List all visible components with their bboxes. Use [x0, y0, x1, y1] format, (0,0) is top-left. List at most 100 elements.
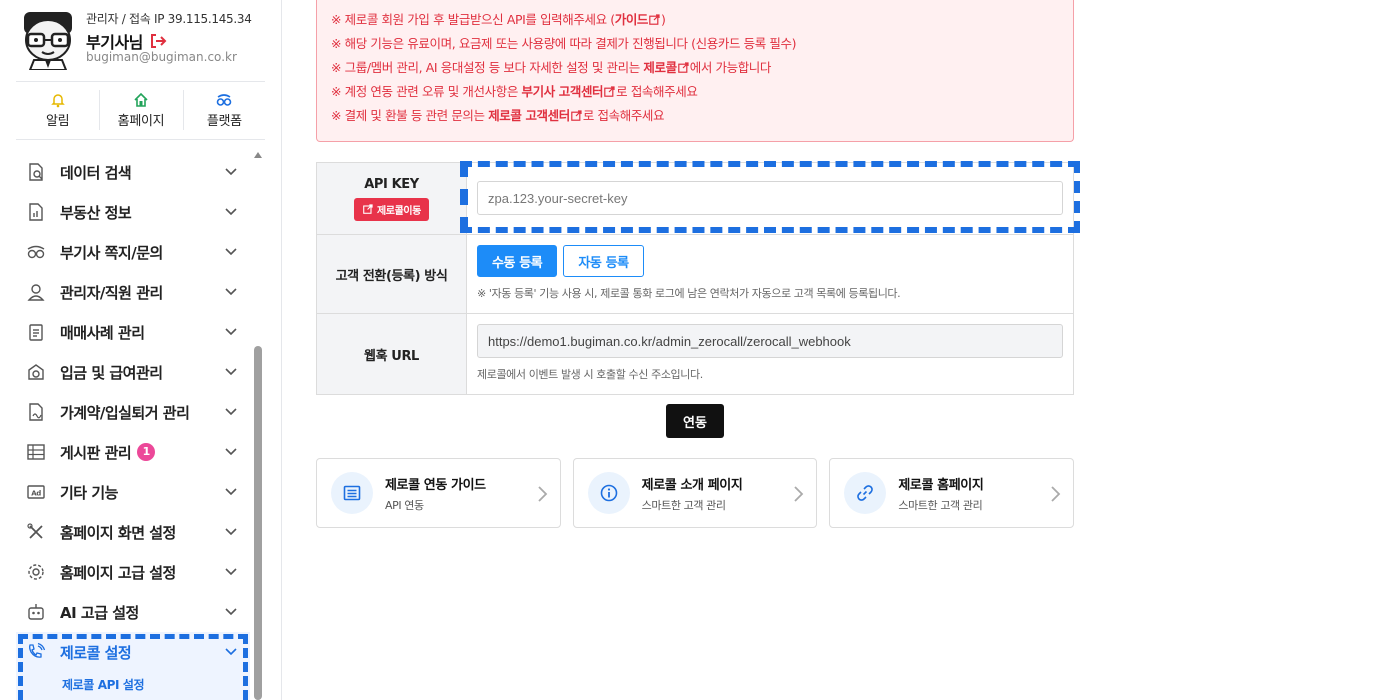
manual-register-button[interactable]: 수동 등록	[477, 245, 558, 277]
quick-link-label: 알림	[46, 113, 70, 129]
sidebar-item-label: 게시판 관리	[60, 443, 132, 462]
quick-link-homepage[interactable]: 홈페이지	[99, 88, 182, 132]
sidebar-item-label: 입금 및 급여관리	[60, 363, 163, 382]
zerocall-support-link[interactable]: 제로콜 고객센터	[488, 108, 570, 123]
zerocall-go-button[interactable]: 제로콜이동	[353, 197, 429, 221]
notice-line: ※ 계정 연동 관련 오류 및 개선사항은 부기사 고객센터 로 접속해주세요	[331, 80, 1059, 104]
scroll-up-arrow-icon[interactable]	[254, 152, 262, 158]
row-conversion: 고객 전환(등록) 방식 수동 등록 자동 등록 ※ '자동 등록' 기능 사용 …	[317, 235, 1073, 314]
zerocall-link[interactable]: 제로콜	[643, 60, 677, 75]
chevron-down-icon	[225, 568, 237, 576]
external-link-icon	[649, 14, 660, 25]
row-label: API KEY 제로콜이동	[317, 163, 467, 234]
card-subtitle: 스마트한 고객 관리	[641, 498, 726, 512]
sidebar-item-board[interactable]: 게시판 관리 1	[16, 432, 250, 472]
contract-icon	[29, 403, 43, 421]
sidebar-item-staff[interactable]: 관리자/직원 관리	[16, 272, 250, 312]
external-link-icon	[677, 62, 689, 73]
sidebar-item-label: 홈페이지 고급 설정	[60, 563, 176, 582]
glasses-icon	[27, 245, 45, 259]
bell-icon	[50, 93, 65, 107]
notice-text: ※ 결제 및 환불 등 관련 문의는	[331, 108, 489, 123]
webhook-url-field[interactable]	[477, 324, 1063, 358]
card-subtitle: API 연동	[385, 498, 424, 512]
row-label: 고객 전환(등록) 방식	[317, 235, 467, 313]
scroll-thumb[interactable]	[254, 346, 262, 700]
chevron-right-icon	[538, 486, 547, 502]
clipboard-icon	[29, 324, 43, 341]
go-button-label: 제로콜이동	[376, 205, 421, 217]
tools-icon	[27, 523, 43, 539]
sidebar-item-payments[interactable]: 입금 및 급여관리	[16, 352, 250, 392]
card-homepage[interactable]: 제로콜 홈페이지 스마트한 고객 관리	[829, 458, 1075, 528]
sidebar-item-sales-cases[interactable]: 매매사례 관리	[16, 312, 250, 352]
platform-icon	[217, 93, 232, 106]
card-text: 제로콜 연동 가이드 API 연동	[385, 474, 486, 513]
card-icon-wrap	[331, 472, 373, 514]
bugisa-support-link[interactable]: 부기사 고객센터	[522, 84, 604, 99]
card-intro[interactable]: 제로콜 소개 페이지 스마트한 고객 관리	[572, 458, 818, 528]
sidebar-scrollbar[interactable]	[252, 152, 262, 700]
chevron-down-icon	[225, 288, 237, 296]
api-key-label: API KEY	[364, 176, 419, 192]
chevron-down-icon	[225, 368, 237, 376]
connect-button[interactable]: 연동	[666, 404, 724, 438]
sidebar-item-ai-advanced[interactable]: AI 고급 설정	[16, 592, 250, 632]
table-icon	[27, 444, 45, 460]
sidebar-item-homepage-advanced[interactable]: 홈페이지 고급 설정	[16, 552, 250, 592]
api-key-input[interactable]	[477, 181, 1063, 215]
chevron-down-icon	[225, 168, 237, 176]
card-title: 제로콜 연동 가이드	[385, 477, 486, 493]
card-icon-wrap	[587, 472, 630, 514]
sidebar-item-label: 부기사 쪽지/문의	[60, 243, 163, 262]
logout-icon[interactable]	[149, 32, 167, 50]
auto-register-button[interactable]: 자동 등록	[563, 245, 644, 277]
link-cards: 제로콜 연동 가이드 API 연동 제로콜 소개 페이지 스마트한 고객 관리 …	[316, 458, 1075, 528]
sidebar-item-label: 관리자/직원 관리	[60, 283, 163, 302]
sidebar-item-etc[interactable]: Ad 기타 기능	[16, 472, 250, 512]
info-icon	[600, 484, 617, 502]
card-title: 제로콜 홈페이지	[898, 477, 984, 493]
sidebar-item-real-estate[interactable]: 부동산 정보	[16, 192, 250, 232]
money-icon	[28, 364, 44, 380]
chevron-down-icon	[225, 248, 237, 256]
quick-link-alarm[interactable]: 알림	[16, 88, 99, 132]
chevron-right-icon	[794, 486, 804, 502]
notice-line: ※ 그룹/멤버 관리, AI 응대설정 등 보다 자세한 설정 및 관리는 제로…	[331, 56, 1059, 80]
notice-text: 에서 가능합니다	[689, 60, 772, 75]
data-search-icon	[29, 163, 43, 181]
sidebar-item-label: 부동산 정보	[60, 203, 132, 222]
chevron-right-icon	[1051, 486, 1061, 502]
sidebar: 관리자 / 접속 IP 39.115.145.34 부기사님 bugiman@b…	[0, 0, 282, 700]
notice-line: ※ 해당 기능은 유료이며, 요금제 또는 사용량에 따라 결제가 진행됩니다 …	[331, 32, 1059, 56]
list-icon	[343, 485, 361, 501]
sidebar-item-data-search[interactable]: 데이터 검색	[16, 152, 250, 192]
card-subtitle: 스마트한 고객 관리	[898, 498, 983, 512]
link-icon	[857, 485, 874, 501]
row-api-key: API KEY 제로콜이동	[317, 163, 1073, 235]
profile-meta: 관리자 / 접속 IP 39.115.145.34	[86, 12, 252, 26]
notice-text: ※ 그룹/멤버 관리, AI 응대설정 등 보다 자세한 설정 및 관리는	[331, 60, 644, 75]
sidebar-item-messages[interactable]: 부기사 쪽지/문의	[16, 232, 250, 272]
sidebar-item-label: 제로콜 설정	[60, 643, 132, 662]
sidebar-menu: 데이터 검색 부동산 정보 부기사 쪽지/문의 관리자/직원 관리 매매사례 관	[16, 152, 250, 700]
chevron-down-icon	[225, 488, 237, 496]
card-text: 제로콜 소개 페이지 스마트한 고객 관리	[642, 474, 743, 513]
external-link-icon	[604, 86, 615, 97]
sidebar-item-contracts[interactable]: 가계약/입실퇴거 관리	[16, 392, 250, 432]
divider	[16, 139, 265, 140]
chevron-down-icon	[225, 328, 237, 336]
guide-link[interactable]: 가이드	[615, 12, 649, 27]
svg-text:Ad: Ad	[31, 490, 41, 498]
row-body: 수동 등록 자동 등록 ※ '자동 등록' 기능 사용 시, 제로콜 통화 로그에…	[467, 235, 1073, 313]
submenu-zerocall-api[interactable]: 제로콜 API 설정	[16, 672, 250, 700]
notice-box: ※ 제로콜 회원 가입 후 발급받으신 API를 입력해주세요 (가이드) ※ …	[316, 0, 1074, 142]
card-guide[interactable]: 제로콜 연동 가이드 API 연동	[316, 458, 561, 528]
sidebar-item-homepage-screen[interactable]: 홈페이지 화면 설정	[16, 512, 250, 552]
quick-link-platform[interactable]: 플랫폼	[182, 88, 266, 132]
settings-form: API KEY 제로콜이동 고객 전환(등록) 방식 수동 등록자동 등록 ※ …	[316, 162, 1074, 395]
sidebar-item-zerocall-settings[interactable]: 제로콜 설정	[16, 632, 250, 672]
avatar	[24, 12, 72, 70]
row-body	[467, 163, 1073, 234]
notice-text: ※ 계정 연동 관련 오류 및 개선사항은	[331, 84, 522, 99]
